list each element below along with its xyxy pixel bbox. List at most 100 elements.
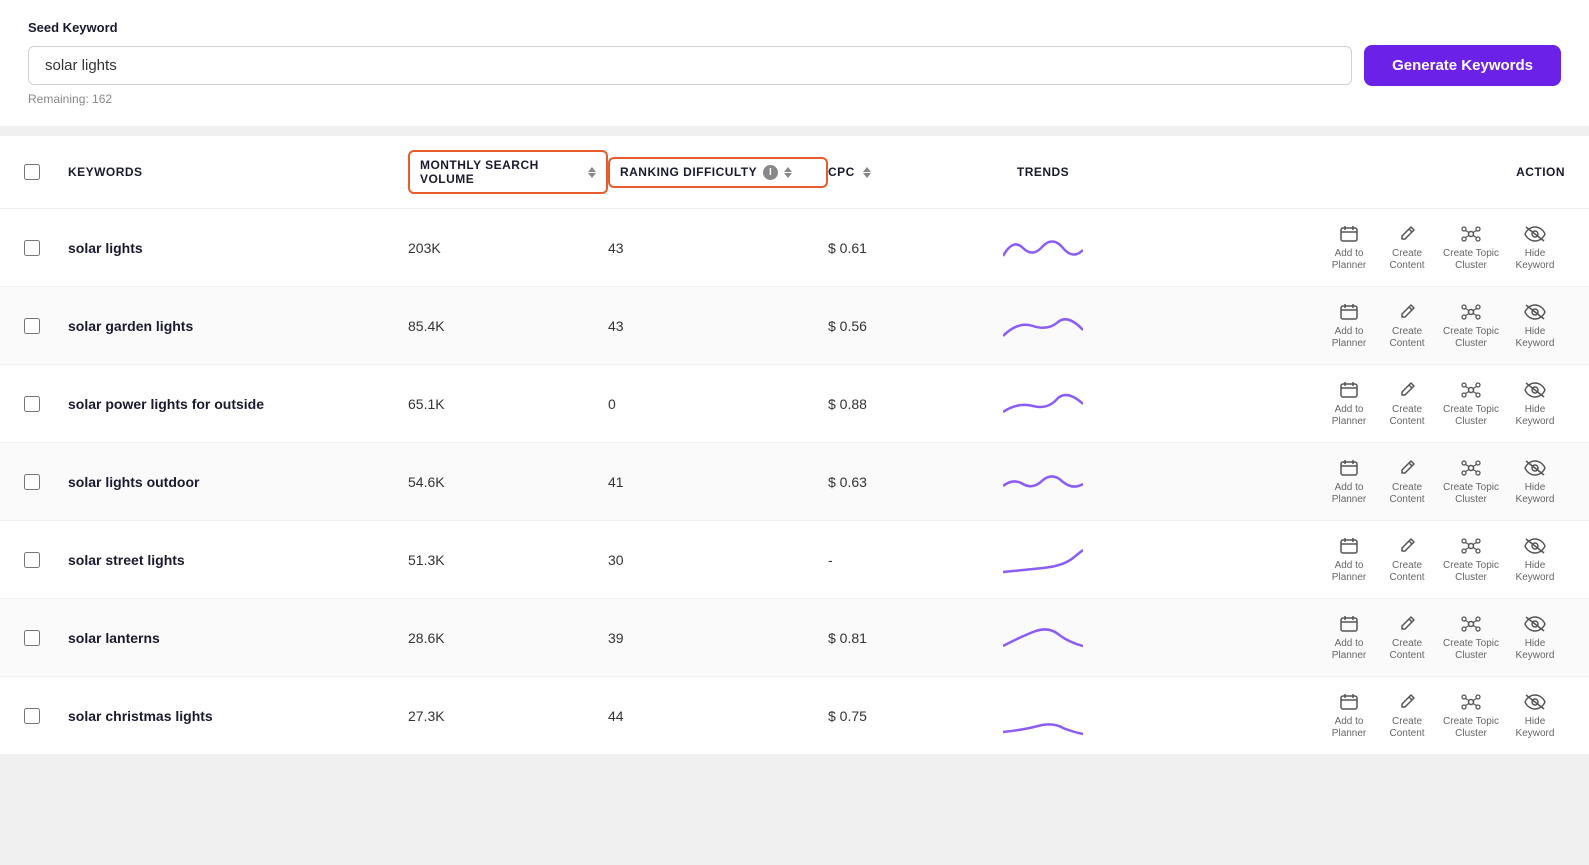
trends-cell <box>958 384 1128 424</box>
cluster-icon <box>1460 691 1482 713</box>
row-checkbox[interactable] <box>24 240 40 256</box>
row-checkbox[interactable] <box>24 396 40 412</box>
action-cell: Add toPlanner CreateContent Create Topic… <box>1128 535 1565 584</box>
keyword-cell: solar lights outdoor <box>68 474 408 490</box>
row-checkbox-cell[interactable] <box>24 474 68 490</box>
row-checkbox-cell[interactable] <box>24 396 68 412</box>
create-content-button[interactable]: CreateContent <box>1385 301 1429 350</box>
create-content-button[interactable]: CreateContent <box>1385 223 1429 272</box>
hide-keyword-button[interactable]: HideKeyword <box>1513 691 1557 740</box>
create-content-label: CreateContent <box>1390 248 1425 272</box>
create-content-button[interactable]: CreateContent <box>1385 535 1429 584</box>
seed-keyword-section: Seed Keyword Generate Keywords Remaining… <box>0 0 1589 126</box>
create-topic-cluster-button[interactable]: Create TopicCluster <box>1443 301 1499 350</box>
calendar-icon <box>1338 379 1360 401</box>
hide-keyword-label: HideKeyword <box>1516 482 1555 506</box>
keyword-cell: solar garden lights <box>68 318 408 334</box>
create-topic-cluster-button[interactable]: Create TopicCluster <box>1443 613 1499 662</box>
difficulty-cell: 41 <box>608 474 828 490</box>
cpc-cell: $ 0.56 <box>828 318 958 334</box>
create-topic-cluster-button[interactable]: Create TopicCluster <box>1443 535 1499 584</box>
create-content-button[interactable]: CreateContent <box>1385 457 1429 506</box>
select-all-checkbox-cell[interactable] <box>24 164 68 180</box>
cpc-cell: $ 0.81 <box>828 630 958 646</box>
sort-volume-icon[interactable] <box>588 167 596 178</box>
seed-input-row: Generate Keywords <box>28 45 1561 86</box>
edit-icon <box>1396 301 1418 323</box>
create-topic-cluster-button[interactable]: Create TopicCluster <box>1443 457 1499 506</box>
action-cell: Add toPlanner CreateContent Create Topic… <box>1128 691 1565 740</box>
add-to-planner-button[interactable]: Add toPlanner <box>1327 379 1371 428</box>
add-to-planner-button[interactable]: Add toPlanner <box>1327 223 1371 272</box>
table-row: solar street lights 51.3K 30 - Add toPla… <box>0 521 1589 599</box>
create-content-label: CreateContent <box>1390 638 1425 662</box>
remaining-count: Remaining: 162 <box>28 92 1561 106</box>
trend-chart <box>1003 228 1083 268</box>
create-topic-cluster-button[interactable]: Create TopicCluster <box>1443 691 1499 740</box>
difficulty-cell: 44 <box>608 708 828 724</box>
add-to-planner-button[interactable]: Add toPlanner <box>1327 613 1371 662</box>
row-checkbox[interactable] <box>24 552 40 568</box>
sort-difficulty-icon[interactable] <box>784 167 792 178</box>
trend-chart <box>1003 306 1083 346</box>
hide-keyword-button[interactable]: HideKeyword <box>1513 223 1557 272</box>
create-topic-cluster-label: Create TopicCluster <box>1443 716 1499 740</box>
add-to-planner-button[interactable]: Add toPlanner <box>1327 691 1371 740</box>
row-checkbox-cell[interactable] <box>24 318 68 334</box>
row-checkbox[interactable] <box>24 474 40 490</box>
seed-keyword-label: Seed Keyword <box>28 20 1561 35</box>
section-divider <box>0 126 1589 136</box>
cpc-cell: $ 0.88 <box>828 396 958 412</box>
hide-keyword-button[interactable]: HideKeyword <box>1513 379 1557 428</box>
hide-keyword-button[interactable]: HideKeyword <box>1513 613 1557 662</box>
row-checkbox[interactable] <box>24 630 40 646</box>
add-planner-label: Add toPlanner <box>1332 482 1366 506</box>
edit-icon <box>1396 691 1418 713</box>
difficulty-cell: 39 <box>608 630 828 646</box>
seed-keyword-input[interactable] <box>28 46 1352 85</box>
row-checkbox-cell[interactable] <box>24 240 68 256</box>
add-to-planner-button[interactable]: Add toPlanner <box>1327 535 1371 584</box>
create-content-button[interactable]: CreateContent <box>1385 379 1429 428</box>
table-row: solar power lights for outside 65.1K 0 $… <box>0 365 1589 443</box>
create-topic-cluster-button[interactable]: Create TopicCluster <box>1443 223 1499 272</box>
cluster-icon <box>1460 223 1482 245</box>
keyword-cell: solar christmas lights <box>68 708 408 724</box>
volume-cell: 203K <box>408 240 608 256</box>
trends-cell <box>958 618 1128 658</box>
add-to-planner-button[interactable]: Add toPlanner <box>1327 301 1371 350</box>
volume-cell: 85.4K <box>408 318 608 334</box>
add-planner-label: Add toPlanner <box>1332 638 1366 662</box>
col-trends: TRENDS <box>958 165 1128 179</box>
row-checkbox-cell[interactable] <box>24 552 68 568</box>
sort-cpc-icon[interactable] <box>863 167 871 178</box>
keywords-table: KEYWORDS MONTHLY SEARCH VOLUME RANKING D… <box>0 136 1589 755</box>
add-planner-label: Add toPlanner <box>1332 716 1366 740</box>
generate-keywords-button[interactable]: Generate Keywords <box>1364 45 1561 86</box>
row-checkbox[interactable] <box>24 708 40 724</box>
hide-keyword-label: HideKeyword <box>1516 326 1555 350</box>
trends-cell <box>958 462 1128 502</box>
hide-keyword-button[interactable]: HideKeyword <box>1513 457 1557 506</box>
edit-icon <box>1396 535 1418 557</box>
cluster-icon <box>1460 379 1482 401</box>
trends-cell <box>958 228 1128 268</box>
volume-cell: 54.6K <box>408 474 608 490</box>
create-content-label: CreateContent <box>1390 482 1425 506</box>
cluster-icon <box>1460 301 1482 323</box>
add-to-planner-button[interactable]: Add toPlanner <box>1327 457 1371 506</box>
keyword-cell: solar lights <box>68 240 408 256</box>
row-checkbox-cell[interactable] <box>24 630 68 646</box>
add-planner-label: Add toPlanner <box>1332 248 1366 272</box>
row-checkbox-cell[interactable] <box>24 708 68 724</box>
trend-chart <box>1003 384 1083 424</box>
create-topic-cluster-button[interactable]: Create TopicCluster <box>1443 379 1499 428</box>
row-checkbox[interactable] <box>24 318 40 334</box>
hide-keyword-button[interactable]: HideKeyword <box>1513 535 1557 584</box>
select-all-checkbox[interactable] <box>24 164 40 180</box>
hide-keyword-button[interactable]: HideKeyword <box>1513 301 1557 350</box>
table-row: solar christmas lights 27.3K 44 $ 0.75 A… <box>0 677 1589 755</box>
create-content-button[interactable]: CreateContent <box>1385 613 1429 662</box>
hide-icon <box>1524 535 1546 557</box>
create-content-button[interactable]: CreateContent <box>1385 691 1429 740</box>
